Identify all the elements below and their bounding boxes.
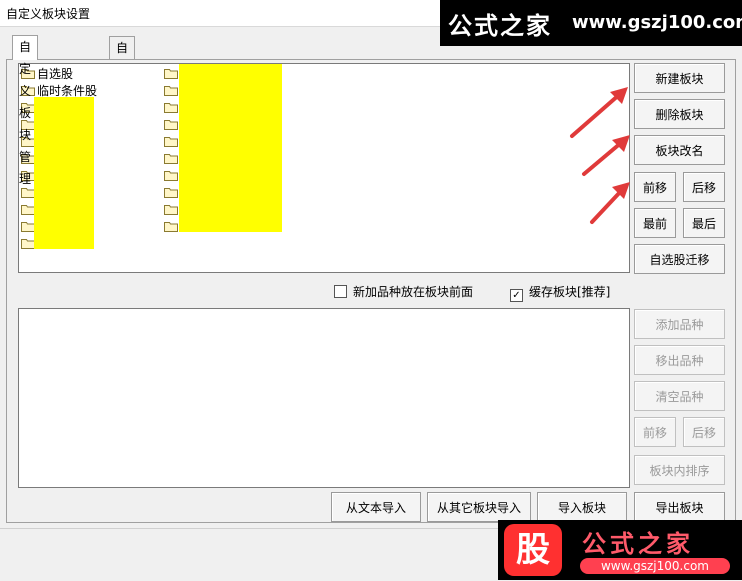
folder-icon (164, 136, 178, 147)
watermark-top: 公式之家 www.gszj100.com (440, 0, 742, 46)
list-item[interactable] (164, 83, 180, 100)
list-item[interactable] (164, 66, 180, 83)
folder-icon (21, 221, 35, 232)
checkbox-label: 新加品种放在板块前面 (353, 285, 474, 299)
annotation-arrows (570, 87, 630, 224)
checkbox-box[interactable] (334, 285, 347, 298)
tab-block-management[interactable]: 自定义板块管理 (12, 35, 39, 186)
watermark-url: www.gszj100.com (580, 558, 730, 574)
remove-item-button[interactable]: 移出品种 (634, 345, 725, 375)
arrow-3 (590, 188, 624, 224)
folder-icon (164, 119, 178, 130)
tab-block-color[interactable]: 自定义板块颜色 (109, 36, 136, 187)
delete-block-button[interactable]: 删除板块 (634, 99, 725, 129)
rename-block-button[interactable]: 板块改名 (634, 135, 725, 165)
folder-icon (21, 204, 35, 215)
redaction-highlight (34, 97, 94, 249)
arrow-2 (582, 140, 624, 176)
list-item[interactable] (164, 134, 180, 151)
window-title: 自定义板块设置 (6, 7, 91, 21)
import-from-other-block-button[interactable]: 从其它板块导入 (427, 492, 531, 522)
folder-icon (21, 238, 35, 249)
item-move-up-button[interactable]: 前移 (634, 417, 676, 447)
move-first-button[interactable]: 最前 (634, 208, 676, 238)
list-item-label: 自选股 (37, 67, 74, 81)
move-up-button[interactable]: 前移 (634, 172, 676, 202)
migrate-watchlist-button[interactable]: 自选股迁移 (634, 244, 725, 274)
checkbox-box[interactable]: ✓ (510, 289, 523, 302)
folder-icon (164, 204, 178, 215)
watermark-url: www.gszj100.com (572, 12, 742, 33)
sort-in-block-button[interactable]: 板块内排序 (634, 455, 725, 485)
list-item[interactable] (164, 185, 180, 202)
folder-icon (164, 68, 178, 79)
folder-icon (164, 221, 178, 232)
folder-icon (164, 102, 178, 113)
arrow-1 (570, 92, 622, 138)
folder-icon (164, 187, 178, 198)
cache-blocks-checkbox[interactable]: ✓ 缓存板块[推荐] (510, 283, 610, 302)
new-items-front-checkbox[interactable]: 新加品种放在板块前面 (334, 283, 473, 300)
item-list[interactable] (18, 308, 630, 488)
block-list[interactable]: 自选股 临时条件股 (18, 63, 630, 273)
checkbox-label: 缓存板块[推荐] (529, 285, 611, 299)
add-item-button[interactable]: 添加品种 (634, 309, 725, 339)
watermark-brand: 公式之家 (448, 11, 552, 40)
folder-icon (164, 170, 178, 181)
list-item[interactable] (164, 117, 180, 134)
list-item[interactable] (164, 100, 180, 117)
watermark-bottom: 股 公式之家 www.gszj100.com (498, 520, 742, 580)
move-down-button[interactable]: 后移 (683, 172, 725, 202)
import-block-button[interactable]: 导入板块 (537, 492, 627, 522)
list-item[interactable] (164, 219, 180, 236)
move-last-button[interactable]: 最后 (683, 208, 725, 238)
export-block-button[interactable]: 导出板块 (634, 492, 725, 522)
list-item[interactable] (164, 202, 180, 219)
list-item[interactable] (164, 151, 180, 168)
redaction-highlight (179, 64, 282, 232)
new-block-button[interactable]: 新建板块 (634, 63, 725, 93)
folder-icon (164, 85, 178, 96)
watermark-logo: 股 (504, 524, 562, 576)
import-from-text-button[interactable]: 从文本导入 (331, 492, 421, 522)
item-move-down-button[interactable]: 后移 (683, 417, 725, 447)
list-item[interactable] (164, 168, 180, 185)
watermark-brand: 公式之家 (582, 529, 694, 558)
list-item-label: 临时条件股 (37, 84, 98, 98)
clear-items-button[interactable]: 清空品种 (634, 381, 725, 411)
folder-icon (164, 153, 178, 164)
